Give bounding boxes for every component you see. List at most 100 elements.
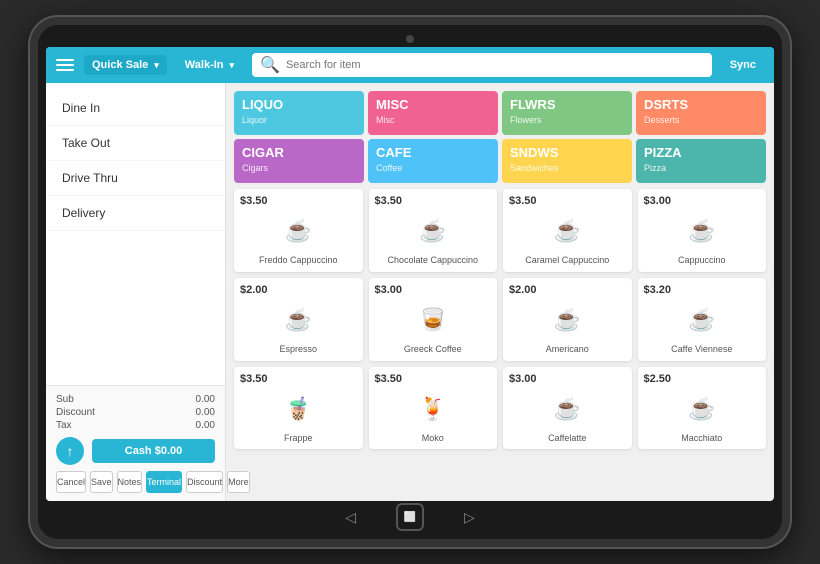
tax-label: Tax (56, 420, 72, 431)
category-sub: Cigars (242, 163, 356, 173)
category-name: PIZZA (644, 145, 758, 161)
cancel-button[interactable]: Cancel (56, 471, 86, 493)
product-price: $3.00 (644, 195, 672, 207)
category-sub: Misc (376, 115, 490, 125)
product-caramel-cappuccino[interactable]: $3.50 ☕ Caramel Cappuccino (503, 189, 632, 272)
product-freddo-cappuccino[interactable]: $3.50 ☕ Freddo Cappuccino (234, 189, 363, 272)
back-button[interactable]: ◁ (345, 509, 356, 526)
discount-value: 0.00 (196, 407, 215, 418)
up-arrow-button[interactable]: ↑ (56, 437, 84, 465)
tax-value: 0.00 (196, 420, 215, 431)
product-price: $3.50 (509, 195, 537, 207)
product-image: ☕ (680, 387, 724, 431)
product-image: 🥃 (411, 298, 455, 342)
product-price: $3.20 (644, 284, 672, 296)
home-button[interactable]: ⬜ (396, 503, 424, 531)
search-input[interactable] (286, 59, 704, 71)
quick-sale-label: Quick Sale (92, 59, 148, 71)
product-image: 🧋 (276, 387, 320, 431)
product-name: Americano (546, 344, 589, 355)
category-sndws[interactable]: SNDWS Sandwiches (502, 139, 632, 183)
walk-in-label: Walk-In (185, 59, 224, 71)
menu-item-drive-thru[interactable]: Drive Thru (46, 161, 225, 196)
tablet-navigation: ◁ ⬜ ▷ (345, 505, 475, 529)
category-cigar[interactable]: CIGAR Cigars (234, 139, 364, 183)
product-caffelatte[interactable]: $3.00 ☕ Caffelatte (503, 367, 632, 450)
category-liquo[interactable]: LIQUO Liquor (234, 91, 364, 135)
product-americano[interactable]: $2.00 ☕ Americano (503, 278, 632, 361)
category-name: CIGAR (242, 145, 356, 161)
quick-sale-button[interactable]: Quick Sale ▾ (84, 55, 167, 75)
discount-label: Discount (56, 407, 95, 418)
product-image: ☕ (276, 298, 320, 342)
product-name: Macchiato (681, 433, 722, 444)
product-price: $3.00 (375, 284, 403, 296)
sub-row: Sub 0.00 (56, 394, 215, 405)
category-name: MISC (376, 97, 490, 113)
category-name: FLWRS (510, 97, 624, 113)
product-price: $2.00 (509, 284, 537, 296)
recent-apps-button[interactable]: ▷ (464, 509, 475, 526)
tablet: Quick Sale ▾ Walk-In ▾ 🔍 Sync Dine In Ta… (30, 17, 790, 547)
menu-icon[interactable] (56, 59, 74, 71)
product-name: Chocolate Cappuccino (387, 255, 478, 266)
product-price: $3.00 (509, 373, 537, 385)
cash-button-label: Cash $0.00 (125, 445, 182, 457)
product-moko[interactable]: $3.50 🍹 Moko (369, 367, 498, 450)
product-image: ☕ (276, 209, 320, 253)
chevron-down-icon: ▾ (154, 60, 159, 71)
product-greeck-coffee[interactable]: $3.00 🥃 Greeck Coffee (369, 278, 498, 361)
product-frappe[interactable]: $3.50 🧋 Frappe (234, 367, 363, 450)
category-name: SNDWS (510, 145, 624, 161)
category-sub: Desserts (644, 115, 758, 125)
category-cafe[interactable]: CAFE Coffee (368, 139, 498, 183)
sync-button[interactable]: Sync (722, 55, 764, 75)
product-price: $2.00 (240, 284, 268, 296)
category-misc[interactable]: MISC Misc (368, 91, 498, 135)
product-macchiato[interactable]: $2.50 ☕ Macchiato (638, 367, 767, 450)
category-dsrts[interactable]: DSRTS Desserts (636, 91, 766, 135)
save-button[interactable]: Save (90, 471, 113, 493)
sub-value: 0.00 (196, 394, 215, 405)
category-flwrs[interactable]: FLWRS Flowers (502, 91, 632, 135)
product-image: ☕ (545, 298, 589, 342)
left-panel: Dine In Take Out Drive Thru Delivery Sub… (46, 83, 226, 501)
cash-button[interactable]: Cash $0.00 (92, 439, 215, 463)
category-name: DSRTS (644, 97, 758, 113)
product-caffe-viennese[interactable]: $3.20 ☕ Caffe Viennese (638, 278, 767, 361)
category-sub: Pizza (644, 163, 758, 173)
order-summary: Sub 0.00 Discount 0.00 Tax 0.00 ↑ C (46, 385, 225, 501)
sub-label: Sub (56, 394, 74, 405)
discount-button[interactable]: Discount (186, 471, 223, 493)
category-pizza[interactable]: PIZZA Pizza (636, 139, 766, 183)
menu-item-dine-in[interactable]: Dine In (46, 91, 225, 126)
product-chocolate-cappuccino[interactable]: $3.50 ☕ Chocolate Cappuccino (369, 189, 498, 272)
left-menu: Dine In Take Out Drive Thru Delivery (46, 83, 225, 385)
terminal-button[interactable]: Terminal (146, 471, 182, 493)
product-image: ☕ (680, 298, 724, 342)
chevron-down-icon: ▾ (230, 60, 235, 71)
screen: Quick Sale ▾ Walk-In ▾ 🔍 Sync Dine In Ta… (46, 47, 774, 501)
walk-in-button[interactable]: Walk-In ▾ (177, 55, 242, 75)
sync-label: Sync (730, 59, 756, 71)
product-name: Freddo Cappuccino (259, 255, 338, 266)
menu-item-take-out[interactable]: Take Out (46, 126, 225, 161)
product-name: Cappuccino (678, 255, 726, 266)
menu-item-delivery[interactable]: Delivery (46, 196, 225, 231)
product-price: $3.50 (375, 373, 403, 385)
main-area: Dine In Take Out Drive Thru Delivery Sub… (46, 83, 774, 501)
product-espresso[interactable]: $2.00 ☕ Espresso (234, 278, 363, 361)
category-name: CAFE (376, 145, 490, 161)
notes-button[interactable]: Notes (117, 471, 143, 493)
action-buttons: Cancel Save Notes Terminal Discount More (56, 471, 215, 493)
product-cappuccino[interactable]: $3.00 ☕ Cappuccino (638, 189, 767, 272)
camera (406, 35, 414, 43)
category-sub: Flowers (510, 115, 624, 125)
product-image: ☕ (411, 209, 455, 253)
discount-row: Discount 0.00 (56, 407, 215, 418)
product-price: $3.50 (375, 195, 403, 207)
category-sub: Sandwiches (510, 163, 624, 173)
home-icon: ⬜ (404, 512, 416, 523)
search-bar[interactable]: 🔍 (252, 53, 712, 77)
product-name: Espresso (279, 344, 317, 355)
